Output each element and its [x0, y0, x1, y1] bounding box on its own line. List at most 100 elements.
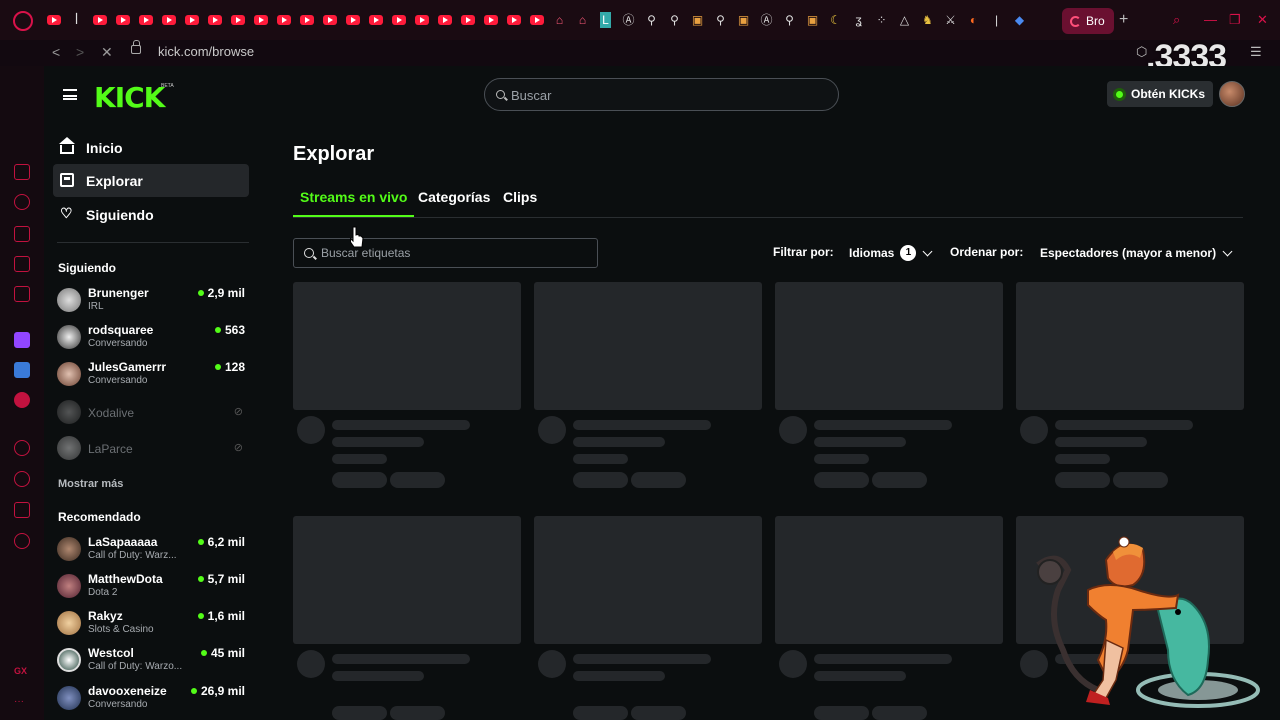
sidebar-item-inicio[interactable]: Inicio [53, 131, 249, 164]
search-tabs-icon[interactable]: ⌕ [1173, 12, 1180, 28]
browser-tab[interactable]: ◐ [964, 12, 983, 28]
stream-card-placeholder[interactable] [293, 516, 521, 720]
minimize-icon[interactable]: — [1204, 12, 1217, 27]
browser-tab[interactable]: ☾ [826, 12, 845, 28]
close-icon[interactable]: ✕ [1257, 12, 1268, 28]
more-icon[interactable]: ··· [14, 696, 30, 712]
browser-tab-youtube[interactable] [205, 12, 224, 28]
browser-tab-airbnb[interactable]: ⌂ [550, 12, 569, 28]
browser-tab-youtube[interactable] [44, 12, 63, 28]
browser-tab-youtube[interactable] [458, 12, 477, 28]
channel-item-offline[interactable]: LaParce ⊘ [57, 433, 249, 467]
browser-tab-airbnb[interactable]: ⌂ [573, 12, 592, 28]
channel-item[interactable]: davooxeneize Conversando 26,9 mil [57, 683, 249, 717]
extensions-panel-icon[interactable] [14, 502, 30, 518]
browser-tab[interactable]: ⚲ [665, 12, 684, 28]
back-icon[interactable]: < [52, 44, 60, 60]
browser-tab[interactable]: Ⓐ [757, 12, 776, 28]
browser-tab[interactable]: ▣ [688, 12, 707, 28]
browser-tab-youtube[interactable] [136, 12, 155, 28]
menu-icon[interactable]: ☰ [1250, 44, 1262, 60]
browser-tab[interactable]: ʓ [849, 12, 868, 28]
browser-tab-youtube[interactable] [90, 12, 109, 28]
browser-tab-youtube[interactable] [412, 12, 431, 28]
channel-item[interactable]: Brunenger IRL 2,9 mil [57, 285, 249, 319]
show-more-link[interactable]: Mostrar más [58, 478, 123, 490]
browser-tab[interactable]: | [987, 12, 1006, 28]
ublock-icon[interactable] [14, 392, 30, 408]
stream-card-placeholder[interactable] [293, 282, 521, 488]
tab-categorias[interactable]: Categorías [418, 189, 490, 217]
channel-item[interactable]: JulesGamerrr Conversando 128 [57, 359, 249, 393]
sidebar-item-explorar[interactable]: Explorar [53, 164, 249, 197]
browser-tab-youtube[interactable] [182, 12, 201, 28]
browser-tab[interactable]: ⁘ [872, 12, 891, 28]
url-field[interactable]: kick.com/browse [158, 44, 254, 59]
channel-item-offline[interactable]: Xodalive ⊘ [57, 397, 249, 431]
browser-tab-youtube[interactable] [113, 12, 132, 28]
browser-tab-youtube[interactable] [228, 12, 247, 28]
browser-tab[interactable]: ♞ [918, 12, 937, 28]
stream-card-placeholder[interactable] [1016, 282, 1244, 488]
get-kicks-button[interactable]: Obtén KICKs [1107, 81, 1213, 107]
history-icon[interactable] [14, 471, 30, 487]
stop-loading-icon[interactable]: ✕ [101, 44, 113, 61]
sort-dropdown[interactable]: Espectadores (mayor a menor) [1032, 238, 1239, 268]
browser-tab-youtube[interactable] [343, 12, 362, 28]
browser-tab[interactable]: Ⓐ [619, 12, 638, 28]
maximize-icon[interactable]: ❐ [1229, 12, 1241, 28]
stream-card-placeholder[interactable] [775, 282, 1003, 488]
browser-tab[interactable]: ⚲ [711, 12, 730, 28]
translate-icon[interactable] [14, 362, 30, 378]
stream-card-placeholder[interactable] [534, 282, 762, 488]
new-tab-icon[interactable]: + [1119, 11, 1128, 29]
browser-tab[interactable]: ⚲ [780, 12, 799, 28]
browser-tab[interactable]: L [596, 12, 615, 28]
stream-card-placeholder[interactable] [534, 516, 762, 720]
sidebar-item-siguiendo[interactable]: ♡ Siguiendo [53, 198, 249, 231]
channel-item[interactable]: Rakyz Slots & Casino 1,6 mil [57, 608, 249, 642]
opera-logo-icon[interactable] [13, 11, 33, 31]
stream-card-placeholder[interactable] [775, 516, 1003, 720]
browser-tab-youtube[interactable] [251, 12, 270, 28]
browser-tab-youtube[interactable] [389, 12, 408, 28]
player-icon[interactable] [14, 440, 30, 456]
browser-tab[interactable]: ⚔ [941, 12, 960, 28]
user-avatar[interactable] [1219, 81, 1245, 107]
cleaner-icon[interactable] [14, 226, 30, 242]
tag-search-input[interactable]: Buscar etiquetas [293, 238, 598, 268]
m-icon[interactable] [14, 286, 30, 302]
browser-tab-youtube[interactable] [320, 12, 339, 28]
twitch-panel-icon[interactable] [14, 164, 30, 180]
browser-tab-youtube[interactable] [366, 12, 385, 28]
search-input[interactable]: Buscar [484, 78, 839, 111]
gx-icon[interactable]: GX [14, 666, 30, 682]
refresh-panel-icon[interactable] [14, 194, 30, 210]
hamburger-menu-icon[interactable] [63, 89, 77, 100]
browser-tab-youtube[interactable] [435, 12, 454, 28]
browser-tab[interactable]: ▣ [803, 12, 822, 28]
browser-tab[interactable]: △ [895, 12, 914, 28]
browser-tab-youtube[interactable] [504, 12, 523, 28]
channel-item[interactable]: LaSapaaaaa Call of Duty: Warz... 6,2 mil [57, 534, 249, 568]
active-browser-tab[interactable]: Bro [1062, 8, 1114, 34]
browser-tab-youtube[interactable] [481, 12, 500, 28]
tab-streams-en-vivo[interactable]: Streams en vivo [293, 189, 415, 217]
display-icon[interactable] [14, 256, 30, 272]
channel-item[interactable]: MatthewDota Dota 2 5,7 mil [57, 571, 249, 605]
kick-logo[interactable]: KICK [94, 81, 165, 114]
browser-tab[interactable]: ▣ [734, 12, 753, 28]
browser-tab-youtube[interactable] [297, 12, 316, 28]
language-filter-dropdown[interactable]: Idiomas 1 [841, 238, 939, 268]
browser-tab-youtube[interactable] [159, 12, 178, 28]
channel-item[interactable]: rodsquaree Conversando 563 [57, 322, 249, 356]
browser-tab[interactable]: ◆ [1010, 12, 1029, 28]
browser-tab[interactable]: ꟾ [67, 12, 86, 28]
channel-item[interactable]: Westcol Call of Duty: Warzo... 45 mil [57, 645, 249, 679]
browser-tab[interactable]: ⚲ [642, 12, 661, 28]
twitch-icon[interactable] [14, 332, 30, 348]
tab-clips[interactable]: Clips [503, 189, 537, 217]
forward-icon[interactable]: > [76, 44, 84, 60]
browser-tab-youtube[interactable] [274, 12, 293, 28]
browser-tab-youtube[interactable] [527, 12, 546, 28]
